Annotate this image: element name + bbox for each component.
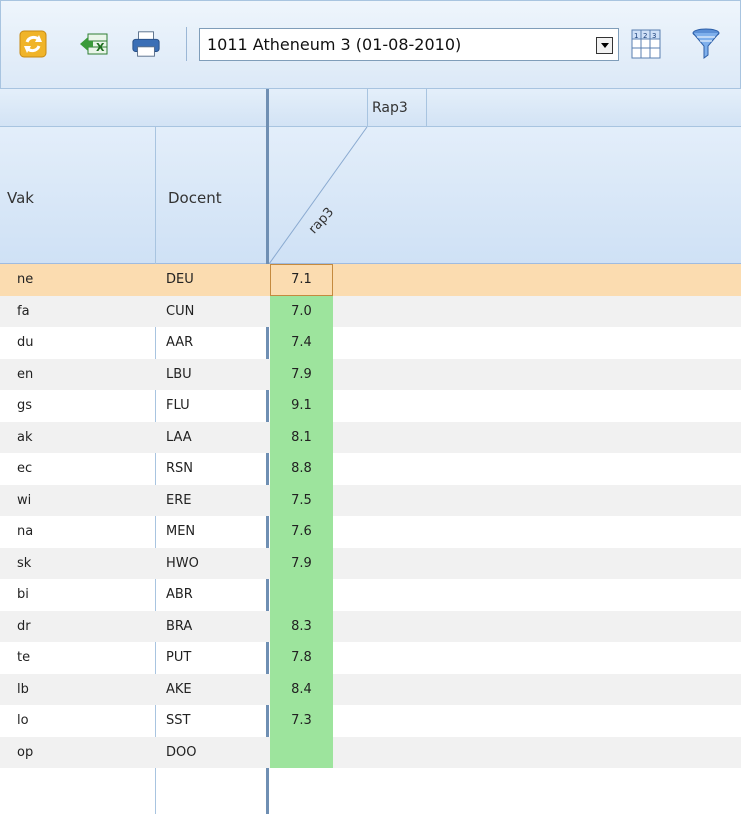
table-row[interactable]: sk HWO 7.9 bbox=[0, 547, 741, 579]
cell-vak: ec bbox=[17, 461, 33, 477]
cell-docent: SST bbox=[166, 713, 191, 729]
cell-vak: lo bbox=[17, 713, 29, 729]
cell-rap3-grade[interactable]: 7.0 bbox=[270, 295, 333, 327]
group-header-label: Rap3 bbox=[372, 100, 408, 116]
cell-rap3-grade[interactable]: 7.8 bbox=[270, 642, 333, 674]
group-header-rap3[interactable]: Rap3 bbox=[367, 89, 427, 127]
cell-vak: fa bbox=[17, 303, 30, 319]
cell-vak: ne bbox=[17, 272, 34, 288]
cell-vak: lb bbox=[17, 681, 29, 697]
cell-rap3-grade[interactable]: 7.1 bbox=[270, 264, 333, 296]
cell-vak: dr bbox=[17, 618, 31, 634]
cell-rap3-grade[interactable]: 7.5 bbox=[270, 484, 333, 516]
table-row[interactable]: du AAR 7.4 bbox=[0, 327, 741, 359]
col-header-docent[interactable]: Docent bbox=[168, 189, 222, 207]
cell-vak: sk bbox=[17, 555, 32, 571]
cell-rap3-grade[interactable]: 7.9 bbox=[270, 547, 333, 579]
cell-docent: RSN bbox=[166, 461, 194, 477]
table-row[interactable]: te PUT 7.8 bbox=[0, 642, 741, 674]
cell-docent: MEN bbox=[166, 524, 196, 540]
cell-rap3-grade[interactable]: 8.4 bbox=[270, 673, 333, 705]
cell-docent: CUN bbox=[166, 303, 195, 319]
cell-docent: LBU bbox=[166, 366, 192, 382]
cell-vak: na bbox=[17, 524, 34, 540]
svg-text:2: 2 bbox=[643, 32, 647, 40]
cell-docent: FLU bbox=[166, 398, 190, 414]
cell-vak: bi bbox=[17, 587, 29, 603]
cell-vak: ak bbox=[17, 429, 33, 445]
grid-view-icon[interactable]: 1 2 3 bbox=[631, 29, 661, 59]
class-select[interactable]: 1011 Atheneum 3 (01-08-2010) bbox=[199, 28, 619, 61]
cell-docent: LAA bbox=[166, 429, 192, 445]
table-row[interactable]: ak LAA 8.1 bbox=[0, 421, 741, 453]
col-header-vak[interactable]: Vak bbox=[7, 189, 34, 207]
chevron-down-icon[interactable] bbox=[596, 37, 613, 54]
cell-docent: BRA bbox=[166, 618, 193, 634]
cell-vak: wi bbox=[17, 492, 32, 508]
cell-rap3-grade[interactable]: 7.9 bbox=[270, 358, 333, 390]
filter-icon[interactable] bbox=[691, 28, 721, 59]
cell-rap3-grade[interactable]: 9.1 bbox=[270, 390, 333, 422]
cell-rap3-grade[interactable]: 7.6 bbox=[270, 516, 333, 548]
cell-docent: HWO bbox=[166, 555, 199, 571]
table-row[interactable]: wi ERE 7.5 bbox=[0, 484, 741, 516]
table-row[interactable]: dr BRA 8.3 bbox=[0, 610, 741, 642]
table-row[interactable]: lo SST 7.3 bbox=[0, 705, 741, 737]
class-select-value: 1011 Atheneum 3 (01-08-2010) bbox=[207, 35, 462, 54]
cell-docent: PUT bbox=[166, 650, 192, 666]
table-row[interactable]: gs FLU 9.1 bbox=[0, 390, 741, 422]
table-row[interactable]: ne DEU 7.1 bbox=[0, 264, 741, 296]
table-row[interactable]: lb AKE 8.4 bbox=[0, 673, 741, 705]
table-row[interactable]: ec RSN 8.8 bbox=[0, 453, 741, 485]
refresh-icon[interactable] bbox=[18, 29, 48, 59]
table-row[interactable]: en LBU 7.9 bbox=[0, 358, 741, 390]
svg-text:3: 3 bbox=[652, 32, 656, 40]
print-icon[interactable] bbox=[131, 29, 161, 59]
column-header: Vak Docent rap3 bbox=[0, 127, 741, 264]
excel-export-icon[interactable]: X bbox=[79, 29, 109, 59]
cell-docent: ERE bbox=[166, 492, 192, 508]
cell-vak: en bbox=[17, 366, 34, 382]
grade-table-body: ne DEU 7.1 fa CUN 7.0 du AAR 7.4 en LBU 7.9 gs FLU 9.1… bbox=[0, 264, 741, 768]
cell-vak: du bbox=[17, 335, 34, 351]
svg-text:1: 1 bbox=[634, 32, 638, 40]
cell-vak: te bbox=[17, 650, 31, 666]
diagonal-header-line bbox=[269, 127, 368, 264]
svg-text:X: X bbox=[96, 41, 105, 54]
cell-rap3-grade[interactable]: 8.3 bbox=[270, 610, 333, 642]
cell-rap3-grade[interactable]: 7.3 bbox=[270, 705, 333, 737]
toolbar-separator bbox=[186, 27, 187, 61]
cell-docent: AKE bbox=[166, 681, 192, 697]
toolbar: X 1011 Atheneum 3 (01-08-2010) 1 2 3 bbox=[0, 0, 741, 89]
cell-rap3-grade[interactable] bbox=[270, 736, 333, 768]
cell-rap3-grade[interactable]: 7.4 bbox=[270, 327, 333, 359]
table-row[interactable]: na MEN 7.6 bbox=[0, 516, 741, 548]
cell-vak: gs bbox=[17, 398, 33, 414]
table-row[interactable]: bi ABR bbox=[0, 579, 741, 611]
cell-docent: AAR bbox=[166, 335, 194, 351]
cell-rap3-grade[interactable]: 8.8 bbox=[270, 453, 333, 485]
table-row[interactable]: op DOO bbox=[0, 736, 741, 768]
cell-docent: ABR bbox=[166, 587, 193, 603]
cell-rap3-grade[interactable]: 8.1 bbox=[270, 421, 333, 453]
cell-vak: op bbox=[17, 744, 34, 760]
cell-docent: DOO bbox=[166, 744, 197, 760]
cell-docent: DEU bbox=[166, 272, 194, 288]
cell-rap3-grade[interactable] bbox=[270, 579, 333, 611]
table-row[interactable]: fa CUN 7.0 bbox=[0, 295, 741, 327]
